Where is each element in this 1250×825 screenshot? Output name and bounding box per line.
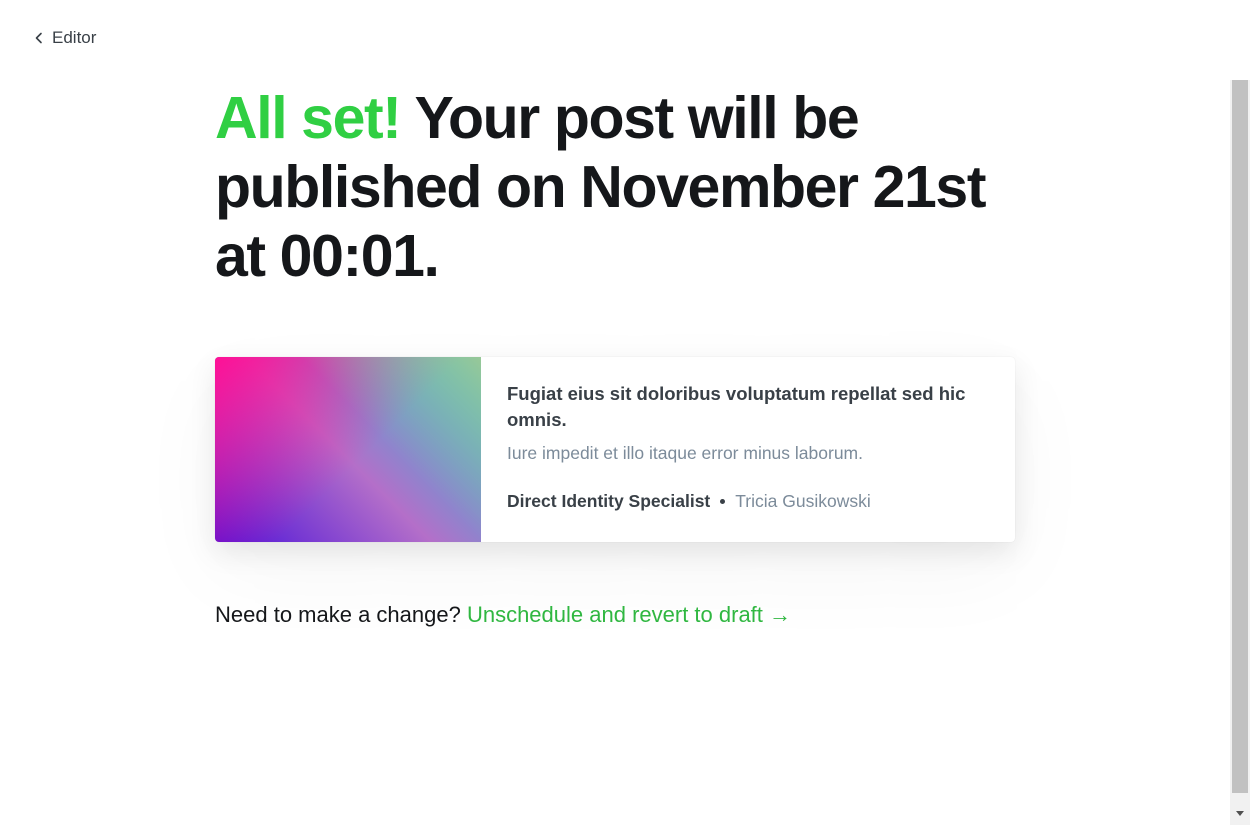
back-link-label: Editor (52, 28, 97, 47)
publish-confirmation-page: Editor All set! Your post will be publis… (0, 0, 1250, 825)
post-card-body: Fugiat eius sit doloribus voluptatum rep… (481, 357, 1015, 542)
scrollbar-thumb[interactable] (1232, 80, 1248, 793)
vertical-scrollbar[interactable] (1230, 80, 1250, 825)
separator-dot-icon (720, 498, 726, 504)
headline-accent: All set! (215, 85, 402, 151)
main-content: All set! Your post will be published on … (215, 84, 1015, 627)
chevron-left-icon (34, 32, 44, 44)
post-feature-image (215, 357, 481, 542)
post-meta: Direct Identity Specialist Tricia Gusiko… (507, 489, 985, 513)
post-excerpt: Iure impedit et illo itaque error minus … (507, 443, 863, 463)
site-name: Direct Identity Specialist (507, 491, 711, 511)
post-title: Fugiat eius sit doloribus voluptatum rep… (507, 383, 966, 430)
post-author: Tricia Gusikowski (735, 491, 871, 511)
post-preview-card: Fugiat eius sit doloribus voluptatum rep… (215, 357, 1015, 542)
change-prompt-row: Need to make a change? Unschedule and re… (215, 600, 791, 630)
page-title: All set! Your post will be published on … (215, 84, 1015, 291)
change-prompt-text: Need to make a change? (215, 602, 467, 627)
scroll-down-arrow-icon[interactable] (1230, 803, 1250, 825)
unschedule-revert-link[interactable]: Unschedule and revert to draft → (467, 602, 791, 627)
back-to-editor-link[interactable]: Editor (34, 28, 96, 48)
